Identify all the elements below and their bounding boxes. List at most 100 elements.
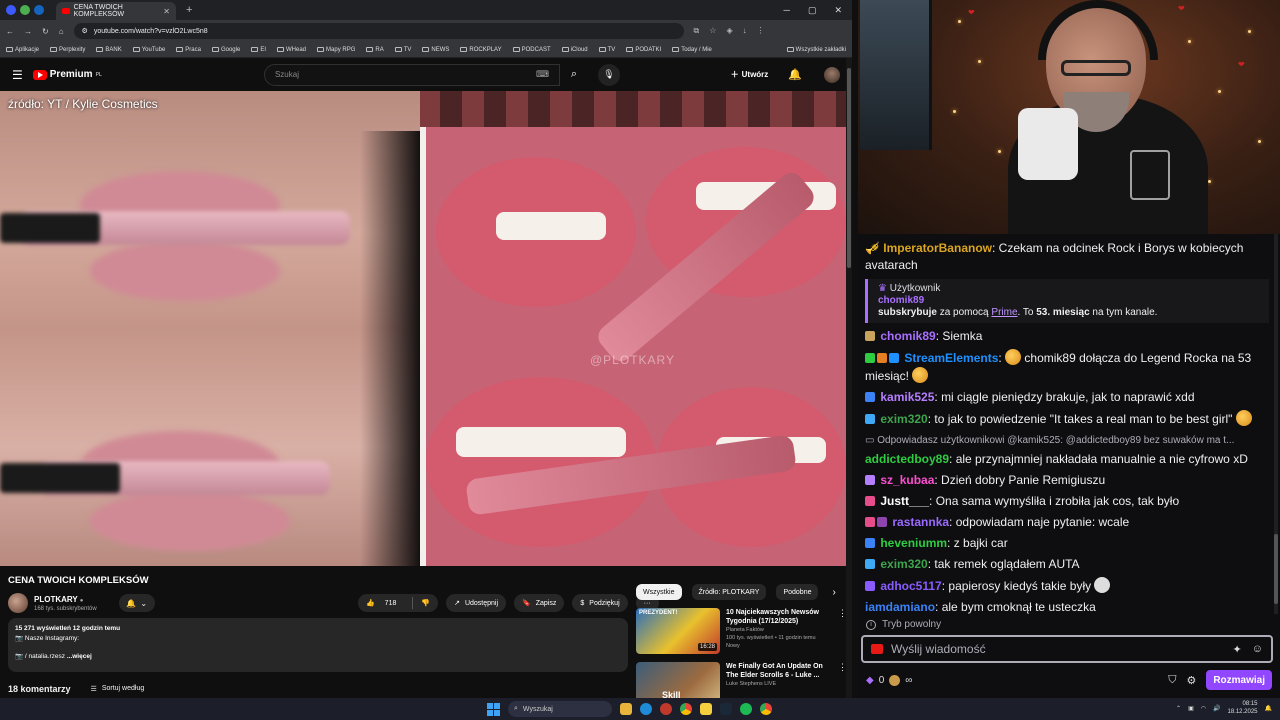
shield-icon[interactable]: ⛉ — [1168, 674, 1176, 687]
url-field[interactable]: ⚙ youtube.com/watch?v=vzlO2Lwc5n8 — [73, 23, 684, 39]
search-icon[interactable]: ⌕ — [560, 64, 588, 86]
bookmark-item[interactable]: RA — [366, 47, 384, 53]
minimize-icon[interactable]: ─ — [784, 5, 790, 16]
description-box[interactable]: 15 271 wyświetleń 12 godzin temu 📷 Nasze… — [8, 618, 628, 672]
profile-icon[interactable] — [6, 5, 16, 15]
chevron-right-icon[interactable]: › — [832, 587, 835, 598]
chat-username[interactable]: ImperatorBananow — [883, 241, 992, 255]
volume-icon[interactable]: 🔊 — [1213, 705, 1220, 712]
chat-username[interactable]: Justt___ — [880, 494, 929, 508]
sparkle-icon[interactable]: ✦ — [1233, 643, 1242, 656]
bookmark-item[interactable]: WHead — [277, 47, 306, 53]
all-bookmarks[interactable]: Wszystkie zakładki — [786, 47, 846, 53]
microphone-icon[interactable]: 🎙 — [597, 63, 620, 86]
dislike-button[interactable]: 👎 — [413, 599, 438, 607]
extension-puzzle-icon[interactable]: ◈ — [726, 26, 732, 36]
bookmark-item[interactable]: Praca — [176, 47, 201, 53]
windows-start-icon[interactable] — [487, 702, 500, 716]
chat-username[interactable]: chomik89 — [880, 329, 935, 343]
chip-source[interactable]: Źródło: PLOTKARY — [691, 584, 767, 600]
page-scrollbar[interactable] — [846, 58, 852, 698]
spotify-icon[interactable] — [740, 703, 752, 715]
reply-context[interactable]: ▭ Odpowiadasz użytkownikowi @kamik525: @… — [865, 430, 1269, 449]
chat-username[interactable]: kamik525 — [880, 390, 934, 404]
bookmark-item[interactable]: Aplikacje — [6, 47, 39, 53]
chat-username[interactable]: rastannka — [892, 515, 949, 529]
pinned-tab-icon[interactable] — [34, 5, 44, 15]
file-explorer-icon[interactable] — [620, 703, 632, 715]
keyboard-icon[interactable]: ⌨ — [536, 69, 549, 80]
tray-app-icon[interactable]: ▣ — [1188, 705, 1194, 712]
opera-icon[interactable] — [660, 703, 672, 715]
show-more-link[interactable]: ...więcej — [67, 653, 92, 660]
youtube-logo[interactable]: Premium PL — [32, 69, 102, 80]
downloads-icon[interactable]: ↓ — [743, 26, 747, 36]
bookmark-item[interactable]: Google — [211, 47, 240, 53]
recommended-menu-icon-2[interactable]: ⋮ — [838, 662, 847, 698]
chip-similar[interactable]: Podobne — [776, 584, 819, 600]
menu-icon[interactable]: ☰ — [12, 68, 23, 82]
bookmark-item[interactable]: EI — [251, 47, 266, 53]
bookmark-item[interactable]: PODATKI — [626, 47, 661, 53]
home-icon[interactable]: ⌂ — [59, 27, 64, 36]
recommended-thumbnail-1[interactable]: PREZYDENT! 16:28 — [636, 608, 720, 654]
chat-message-input[interactable]: Wyślij wiadomość ✦ ☺ — [861, 635, 1273, 663]
chat-username[interactable]: sz_kubaa — [880, 473, 934, 487]
chat-username[interactable]: addictedboy89 — [865, 452, 949, 466]
bookmark-item[interactable]: NEWS — [422, 47, 449, 53]
close-window-icon[interactable]: ✕ — [834, 5, 842, 16]
prime-link[interactable]: Prime — [991, 307, 1017, 318]
gear-icon[interactable]: ⚙ — [1186, 674, 1196, 687]
chat-scrollbar-thumb[interactable] — [1274, 534, 1278, 604]
video-player[interactable]: źródło: YT / Kylie Cosmetics @PLOTKARY — [0, 91, 846, 566]
search-input[interactable]: Szukaj ⌨ — [263, 63, 560, 86]
forward-icon[interactable]: → — [24, 27, 32, 36]
bookmark-item[interactable]: iCloud — [561, 47, 588, 53]
extension-icon[interactable] — [20, 5, 30, 15]
create-button[interactable]: ＋ Utwórz — [731, 69, 769, 80]
wifi-icon[interactable]: ◠ — [1201, 705, 1206, 712]
clock[interactable]: 08:15 18.12.2025 — [1227, 700, 1257, 716]
reload-icon[interactable]: ↻ — [42, 27, 49, 36]
recommended-video-2[interactable]: Skill We Finally Got An Update On The El… — [636, 662, 847, 698]
chrome-alt-icon[interactable] — [760, 703, 772, 715]
chat-username[interactable]: exim320 — [880, 412, 927, 426]
emote-picker-icon[interactable]: ☺ — [1252, 643, 1263, 656]
thanks-button[interactable]: $ Podziękuj — [572, 594, 628, 612]
save-button[interactable]: 🔖 Zapisz — [514, 594, 565, 612]
edge-icon[interactable] — [640, 703, 652, 715]
notification-icon[interactable]: 🔔 — [1265, 705, 1272, 712]
chat-username[interactable]: iamdamiano — [865, 600, 935, 614]
bookmark-item[interactable]: PODCAST — [512, 47, 551, 53]
sort-comments-button[interactable]: ☰ Sortuj według — [91, 685, 145, 693]
account-avatar[interactable] — [824, 66, 840, 83]
notes-icon[interactable] — [700, 703, 712, 715]
install-icon[interactable]: ⧉ — [694, 26, 700, 36]
steam-icon[interactable] — [720, 703, 732, 715]
close-tab-icon[interactable]: ✕ — [163, 7, 170, 16]
bookmark-item[interactable]: ROCKPLAY — [460, 47, 502, 53]
recommended-menu-icon-1[interactable]: ⋮ — [838, 608, 847, 654]
chat-scrollbar[interactable] — [1274, 234, 1278, 614]
channel-name[interactable]: PLOTKARY ● — [34, 595, 97, 604]
bookmark-item[interactable]: Today / Mie — [672, 47, 712, 53]
bookmark-item[interactable]: TV — [598, 47, 615, 53]
bookmark-item[interactable]: Mapy RPG — [317, 47, 355, 53]
bookmark-item[interactable]: BANK — [96, 47, 122, 53]
recommended-video-1[interactable]: PREZYDENT! 16:28 10 Najciekawszych Newsó… — [636, 608, 847, 654]
chip-all[interactable]: Wszystkie — [636, 584, 682, 600]
menu-dots-icon[interactable]: ⋮ — [757, 26, 765, 36]
recommended-thumbnail-2[interactable]: Skill — [636, 662, 720, 698]
notifications-bell-icon[interactable]: 🔔 — [788, 68, 802, 81]
bookmark-item[interactable]: YouTube — [132, 47, 165, 53]
chat-username[interactable]: StreamElements — [904, 351, 998, 365]
back-icon[interactable]: ← — [6, 27, 14, 36]
bookmark-item[interactable]: TV — [394, 47, 411, 53]
active-tab[interactable]: CENA TWOICH KOMPLEKSÓW ✕ — [56, 2, 176, 20]
subscribed-bell-button[interactable]: 🔔 ⌄ — [118, 594, 155, 612]
tray-chevron-icon[interactable]: ⌃ — [1176, 705, 1181, 712]
new-tab-icon[interactable]: + — [186, 4, 192, 16]
maximize-icon[interactable]: ▢ — [808, 5, 817, 16]
share-button[interactable]: ↗ Udostępnij — [446, 594, 507, 612]
chat-send-button[interactable]: Rozmawiaj — [1206, 670, 1272, 690]
